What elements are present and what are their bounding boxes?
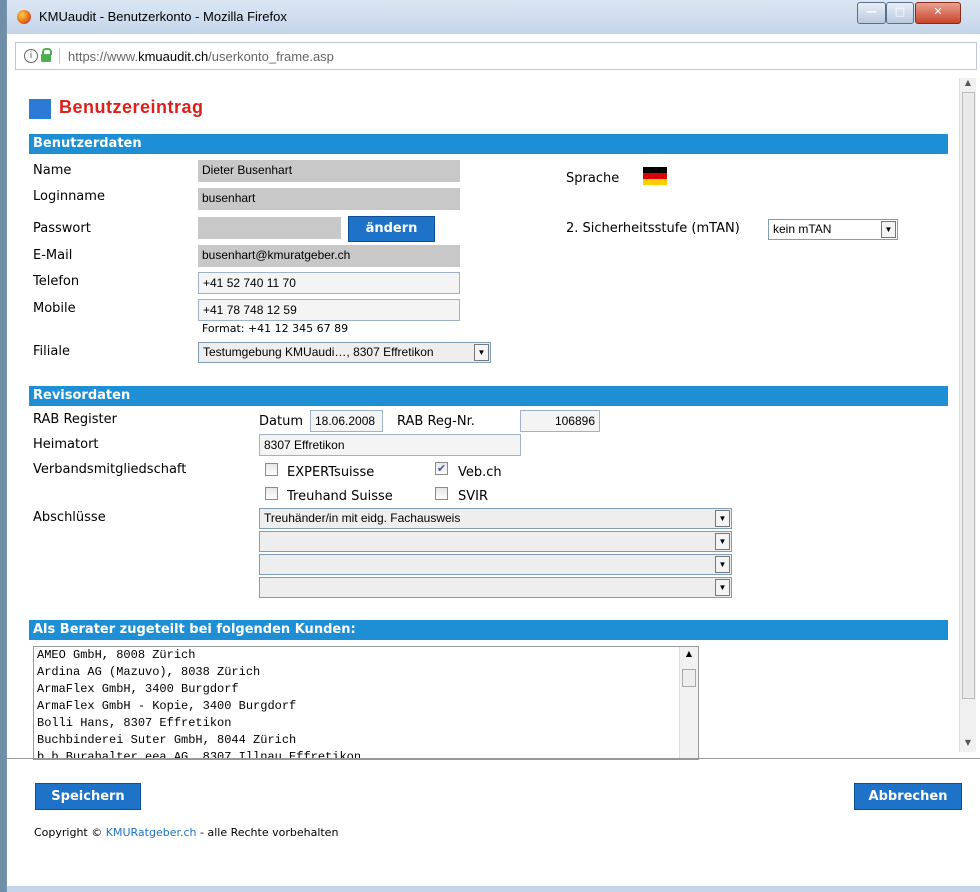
membership-label: Verbandsmitgliedschaft [33,462,187,477]
checkbox-vebch[interactable]: ✔ [435,462,448,475]
language-label: Sprache [566,171,620,186]
degree-select-2[interactable]: ▼ [259,531,732,552]
change-password-button[interactable]: ändern [348,216,435,242]
window-title: KMUaudit - Benutzerkonto - Mozilla Firef… [39,9,287,24]
rab-register-label: RAB Register [33,412,117,427]
phone-format-hint: Format: +41 12 345 67 89 [202,322,349,335]
email-field: busenhart@kmuratgeber.ch [198,245,460,267]
copyright-link[interactable]: KMURatgeber.ch [106,826,197,839]
maximize-button[interactable]: □ [886,2,914,24]
german-flag-icon[interactable] [643,167,667,185]
url-bar[interactable]: i https://www.kmuaudit.ch/userkonto_fram… [15,42,977,70]
customer-list-scrollbar[interactable]: ▲ [679,647,698,759]
page-scrollbar[interactable]: ▲ ▼ [959,78,976,752]
firefox-icon [17,10,31,24]
chevron-down-icon: ▼ [474,344,489,361]
rab-regnr-field[interactable]: 106896 [520,410,600,432]
mobile-label: Mobile [33,301,76,316]
close-button[interactable]: ✕ [915,2,961,24]
scroll-down-icon[interactable]: ▼ [960,738,976,752]
name-label: Name [33,163,72,178]
date-label: Datum [259,414,303,429]
loginname-field: busenhart [198,188,460,210]
security-level-label: 2. Sicherheitsstufe (mTAN) [566,221,740,236]
cancel-button[interactable]: Abbrechen [854,783,962,810]
list-item[interactable]: Ardina AG (Mazuvo), 8038 Zürich [34,664,698,681]
loginname-label: Loginname [33,189,105,204]
branch-select-value: Testumgebung KMUaudi…, 8307 Effretikon [203,345,434,359]
password-label: Passwort [33,221,91,236]
password-field[interactable] [198,217,341,239]
copyright-text: Copyright © KMURatgeber.ch - alle Rechte… [34,826,339,839]
close-icon: ✕ [933,5,943,18]
hometown-label: Heimatort [33,437,99,452]
scroll-up-icon[interactable]: ▲ [960,78,976,92]
branch-select[interactable]: Testumgebung KMUaudi…, 8307 Effretikon ▼ [198,342,491,363]
degree-select-3[interactable]: ▼ [259,554,732,575]
date-field[interactable]: 18.06.2008 [310,410,383,432]
section-header-revisordaten: Revisordaten [29,386,948,406]
customer-list-scroll-thumb[interactable] [682,669,696,687]
window-bottom-border [7,886,980,892]
checkbox-expertsuisse-label: EXPERTsuisse [287,465,375,480]
checkbox-expertsuisse[interactable] [265,463,278,476]
section-header-benutzerdaten: Benutzerdaten [29,134,948,154]
checkbox-svir[interactable] [435,487,448,500]
degree-select-1[interactable]: Treuhänder/in mit eidg. Fachausweis ▼ [259,508,732,529]
mtan-select-value: kein mTAN [773,222,832,236]
rab-regnr-label: RAB Reg-Nr. [397,414,475,429]
hometown-field[interactable]: 8307 Effretikon [259,434,521,456]
mtan-select[interactable]: kein mTAN ▼ [768,219,898,240]
list-item[interactable]: ArmaFlex GmbH, 3400 Burgdorf [34,681,698,698]
footer-divider [7,758,980,759]
list-item[interactable]: Bolli Hans, 8307 Effretikon [34,715,698,732]
list-item[interactable]: ArmaFlex GmbH - Kopie, 3400 Burgdorf [34,698,698,715]
page-title-text: Benutzereintrag [59,97,204,117]
email-label: E-Mail [33,248,73,263]
mobile-field[interactable]: +41 78 748 12 59 [198,299,460,321]
minimize-button[interactable]: — [857,2,886,24]
checkbox-treuhand-suisse-label: Treuhand Suisse [287,489,393,504]
chevron-down-icon: ▼ [881,221,896,238]
degree-select-1-value: Treuhänder/in mit eidg. Fachausweis [264,511,461,525]
chevron-down-icon: ▼ [715,510,730,527]
customer-list[interactable]: AMEO GmbH, 8008 Zürich Ardina AG (Mazuvo… [33,646,699,760]
url-text[interactable]: https://www.kmuaudit.ch/userkonto_frame.… [68,49,334,64]
scroll-up-icon[interactable]: ▲ [680,649,698,658]
checkbox-treuhand-suisse[interactable] [265,487,278,500]
info-icon[interactable]: i [24,49,38,63]
browser-window: KMUaudit - Benutzerkonto - Mozilla Firef… [6,0,980,892]
degrees-label: Abschlüsse [33,510,106,525]
scrollbar-thumb[interactable] [962,92,975,699]
phone-label: Telefon [33,274,80,289]
title-bar: KMUaudit - Benutzerkonto - Mozilla Firef… [7,0,980,34]
chevron-down-icon: ▼ [715,579,730,596]
url-separator [59,48,60,64]
list-item[interactable]: AMEO GmbH, 8008 Zürich [34,647,698,664]
phone-field[interactable]: +41 52 740 11 70 [198,272,460,294]
checkbox-svir-label: SVIR [458,489,489,504]
chevron-down-icon: ▼ [715,533,730,550]
degree-select-4[interactable]: ▼ [259,577,732,598]
checkmark-icon: ✔ [436,462,447,475]
list-item[interactable]: Buchbinderei Suter GmbH, 8044 Zürich [34,732,698,749]
save-button[interactable]: Speichern [35,783,141,810]
name-field: Dieter Busenhart [198,160,460,182]
checkbox-vebch-label: Veb.ch [458,465,502,480]
section-header-kunden: Als Berater zugeteilt bei folgenden Kund… [29,620,948,640]
chevron-down-icon: ▼ [715,556,730,573]
branch-label: Filiale [33,344,70,359]
lock-icon [41,48,52,62]
title-square-icon [29,99,51,119]
